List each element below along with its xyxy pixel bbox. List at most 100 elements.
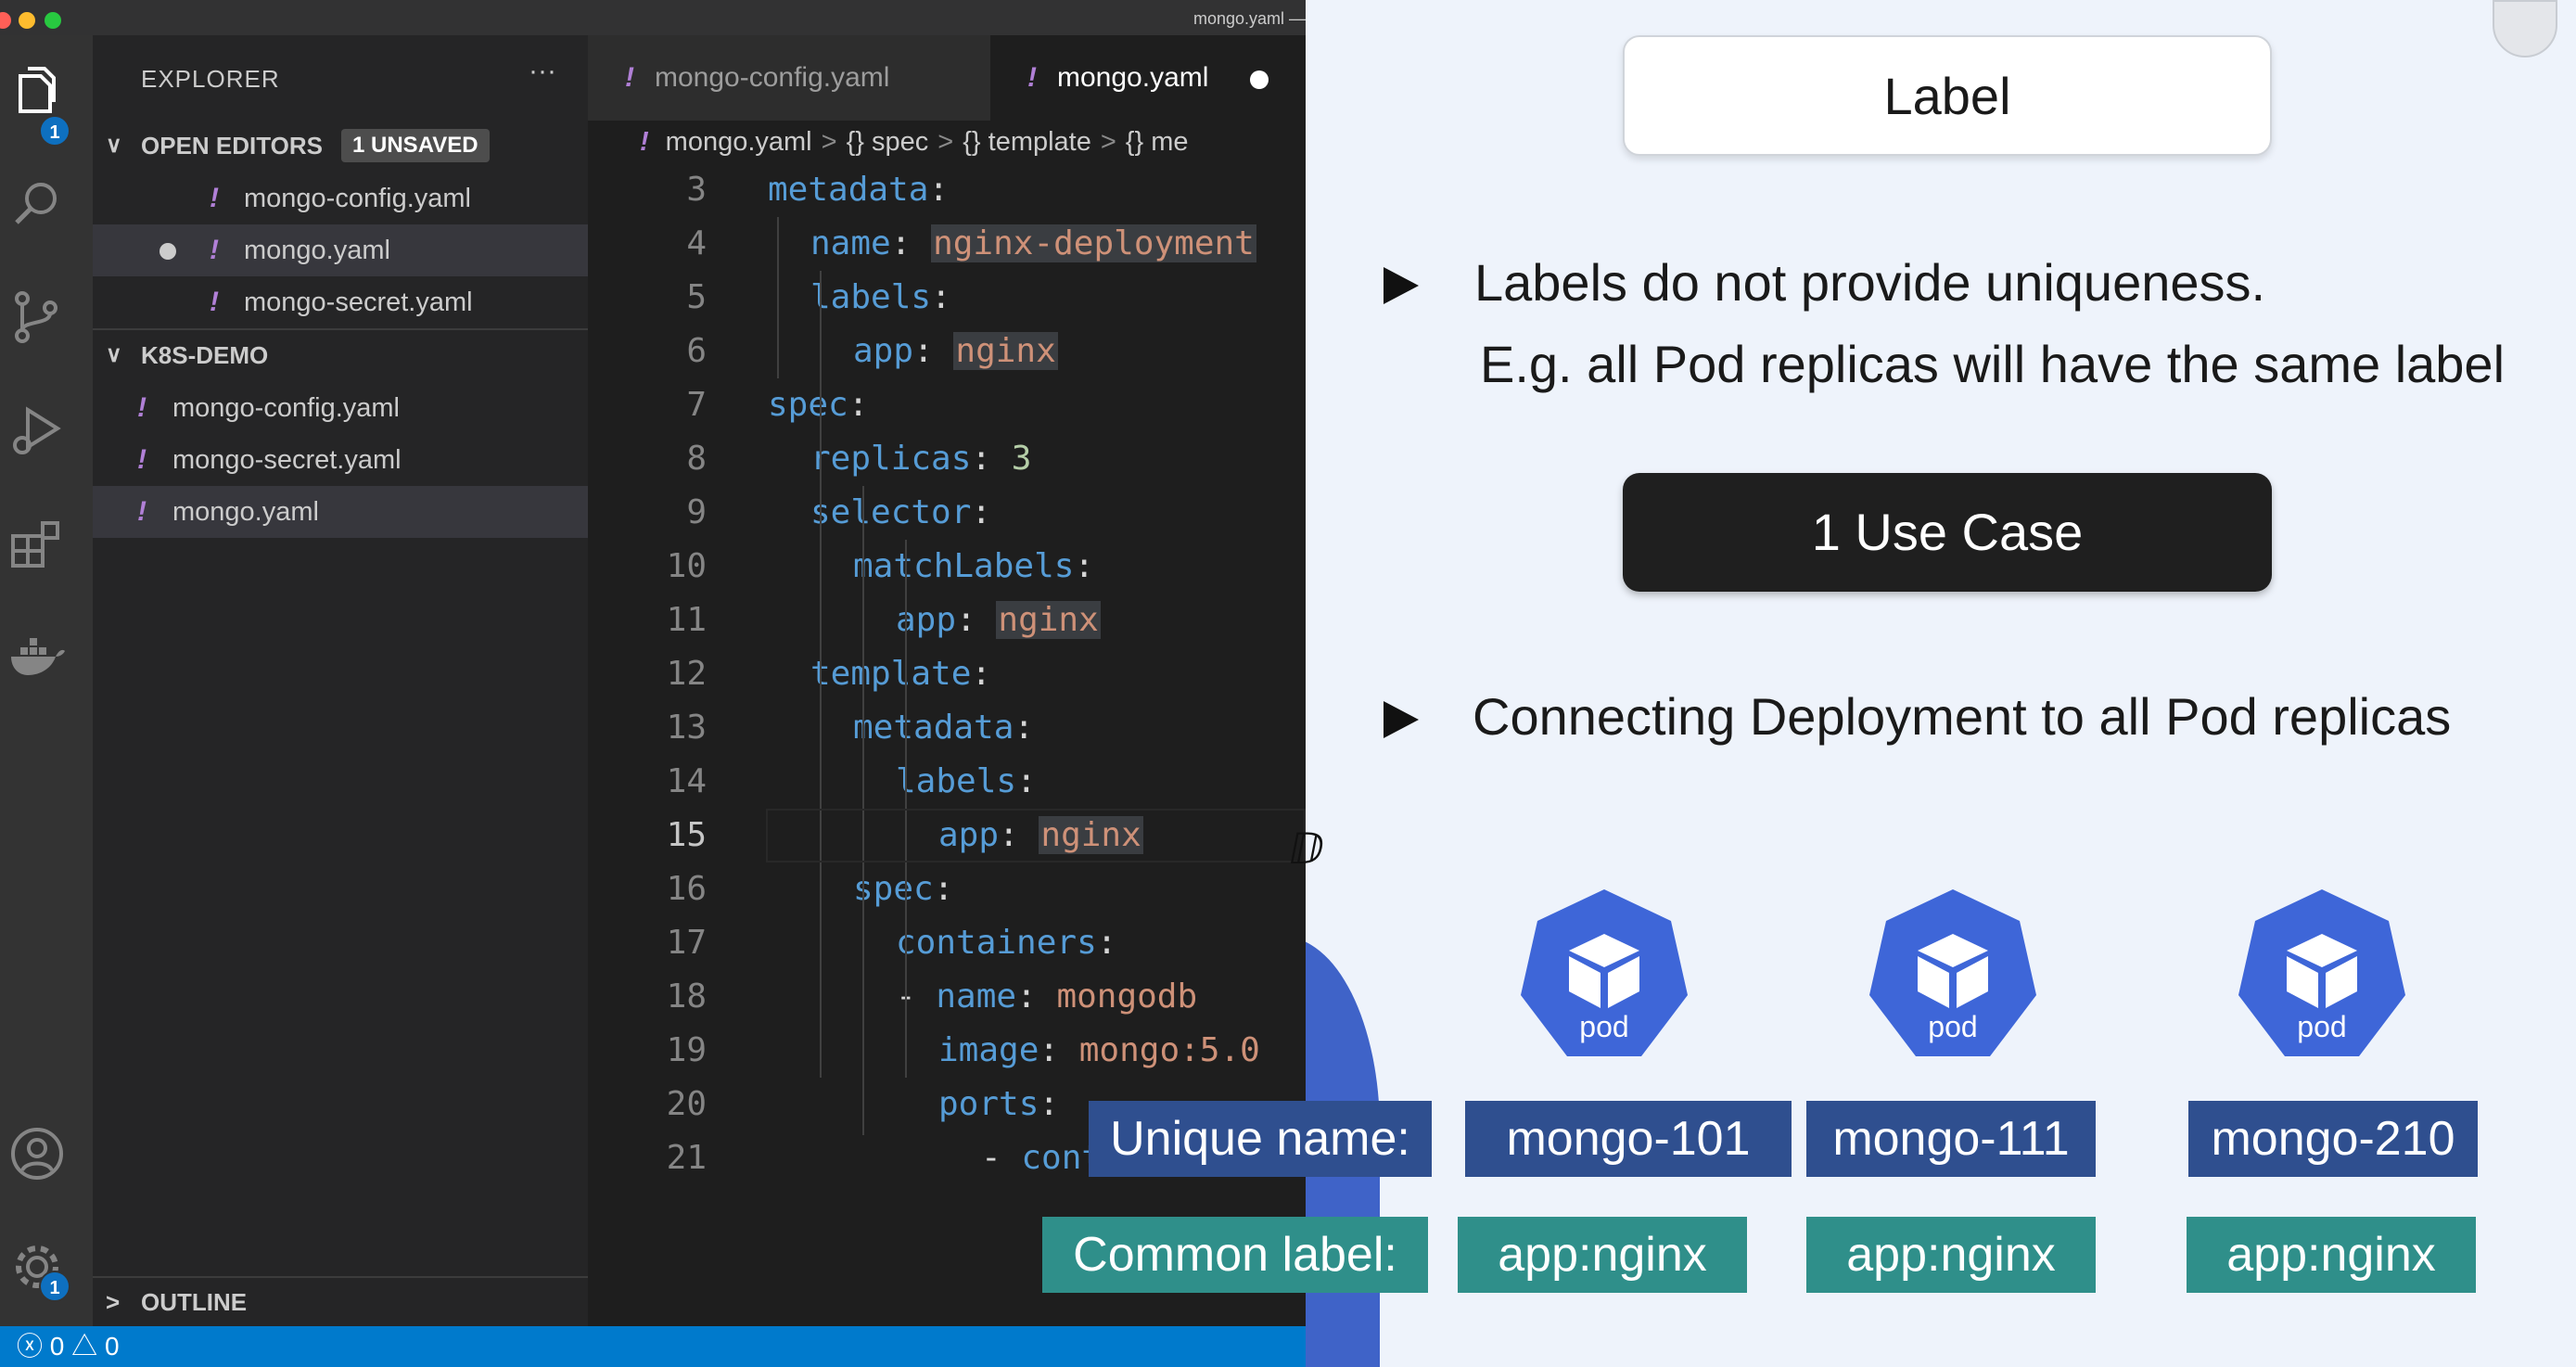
unsaved-dot-icon[interactable] bbox=[159, 243, 176, 260]
account-icon[interactable] bbox=[7, 1124, 67, 1183]
code-text: spec: bbox=[853, 870, 954, 908]
tab-bar: ! mongo-config.yaml ! mongo.yaml bbox=[588, 35, 1306, 121]
warning-count[interactable]: 0 bbox=[105, 1332, 120, 1361]
maximize-window-button[interactable] bbox=[45, 12, 61, 29]
extensions-icon[interactable] bbox=[7, 514, 67, 573]
yaml-key: matchLabels bbox=[853, 547, 1075, 585]
open-editors-label: OPEN EDITORS bbox=[141, 132, 324, 160]
code-line[interactable]: 18 - name: mongodb bbox=[588, 970, 1306, 1024]
line-number: 6 bbox=[686, 332, 707, 370]
yaml-value: nginx bbox=[953, 332, 1058, 370]
yaml-key: name bbox=[936, 977, 1017, 1016]
breadcrumb-item[interactable]: mongo.yaml bbox=[666, 127, 812, 157]
yaml-file-icon: ! bbox=[210, 183, 219, 213]
presentation-slide: Label Labels do not provide uniqueness. … bbox=[1306, 0, 2576, 1367]
file-name: mongo.yaml bbox=[172, 497, 319, 527]
unsaved-dot-icon[interactable] bbox=[1250, 70, 1269, 89]
close-window-button[interactable] bbox=[0, 12, 11, 29]
yaml-key: app bbox=[853, 332, 914, 370]
pod-label: pod bbox=[2297, 1010, 2347, 1043]
breadcrumb: ! mongo.yaml >{} spec >{} template >{} me bbox=[640, 127, 1189, 157]
source-control-icon[interactable] bbox=[7, 287, 67, 347]
file-tree-item-active[interactable]: ! mongo.yaml bbox=[93, 486, 588, 538]
code-text: - name: mongodb bbox=[896, 977, 1198, 1016]
line-number: 20 bbox=[666, 1085, 707, 1123]
yaml-key: name bbox=[810, 224, 891, 262]
warning-icon[interactable]: △ bbox=[71, 1332, 97, 1361]
yaml-value: nginx-deployment bbox=[931, 224, 1256, 262]
run-debug-icon[interactable] bbox=[7, 401, 67, 460]
open-editor-item[interactable]: ! mongo-secret.yaml bbox=[93, 276, 588, 328]
status-bar: ⓧ 0 △ 0 bbox=[0, 1326, 1306, 1367]
pod-name-box: mongo-210 bbox=[2188, 1101, 2478, 1177]
code-line[interactable]: 6 app: nginx bbox=[588, 325, 1306, 378]
line-number: 8 bbox=[686, 440, 707, 478]
open-editor-item-active[interactable]: ! mongo.yaml bbox=[93, 224, 588, 276]
file-name: mongo-secret.yaml bbox=[172, 445, 402, 475]
title-bar: mongo.yaml — bbox=[0, 0, 1306, 35]
pod-icon: pod bbox=[1519, 886, 1690, 1062]
code-line[interactable]: 7 spec: bbox=[588, 378, 1306, 432]
pod-name-box: mongo-101 bbox=[1465, 1101, 1792, 1177]
breadcrumb-item[interactable]: {} me bbox=[1126, 127, 1189, 157]
code-line[interactable]: 12 template: bbox=[588, 647, 1306, 701]
code-line[interactable]: 17 containers: bbox=[588, 916, 1306, 970]
code-text: image: mongo:5.0 bbox=[938, 1031, 1260, 1069]
pod-label-box: app:nginx bbox=[1458, 1217, 1747, 1293]
activity-bar: 1 1 bbox=[0, 35, 93, 1326]
pod-label-box: app:nginx bbox=[2187, 1217, 2476, 1293]
window-title: mongo.yaml — bbox=[1192, 9, 1306, 28]
code-text: labels: bbox=[810, 278, 951, 316]
minimize-window-button[interactable] bbox=[19, 12, 35, 29]
code-line[interactable]: 19 image: mongo:5.0 bbox=[588, 1024, 1306, 1078]
pod-icon: pod bbox=[2237, 886, 2407, 1062]
yaml-key: selector bbox=[810, 493, 972, 531]
tab-mongo[interactable]: ! mongo.yaml bbox=[990, 35, 1306, 121]
code-line[interactable]: 5 labels: bbox=[588, 271, 1306, 325]
code-text: app: nginx bbox=[853, 332, 1058, 370]
yaml-key: metadata bbox=[768, 171, 929, 209]
yaml-key: image bbox=[938, 1031, 1039, 1069]
files-icon[interactable] bbox=[7, 63, 67, 122]
search-icon[interactable] bbox=[7, 174, 67, 234]
file-tree-item[interactable]: ! mongo-secret.yaml bbox=[93, 434, 588, 486]
line-number: 4 bbox=[686, 224, 707, 262]
current-line-highlight bbox=[766, 809, 1306, 862]
file-name: mongo-config.yaml bbox=[244, 184, 471, 213]
code-line[interactable]: 9 selector: bbox=[588, 486, 1306, 540]
code-line[interactable]: 8 replicas: 3 bbox=[588, 432, 1306, 486]
code-text: ports: bbox=[938, 1085, 1060, 1123]
use-case-banner: 1 Use Case bbox=[1623, 473, 2272, 592]
help-icon[interactable] bbox=[2493, 0, 2557, 57]
pod-label: pod bbox=[1579, 1010, 1629, 1043]
more-actions-button[interactable]: ··· bbox=[529, 56, 556, 87]
line-number: 10 bbox=[666, 547, 707, 585]
pod-label-box: app:nginx bbox=[1806, 1217, 2096, 1293]
code-line[interactable]: 10 matchLabels: bbox=[588, 540, 1306, 594]
error-count[interactable]: 0 bbox=[50, 1332, 65, 1361]
breadcrumb-item[interactable]: {} spec bbox=[847, 127, 929, 157]
error-icon[interactable]: ⓧ bbox=[17, 1332, 43, 1361]
yaml-key: template bbox=[810, 655, 972, 693]
open-editor-item[interactable]: ! mongo-config.yaml bbox=[93, 172, 588, 224]
breadcrumb-item[interactable]: {} template bbox=[963, 127, 1091, 157]
code-line[interactable]: 14 labels: bbox=[588, 755, 1306, 809]
outline-label: OUTLINE bbox=[141, 1288, 248, 1316]
docker-icon[interactable] bbox=[7, 627, 67, 686]
line-number: 18 bbox=[666, 977, 707, 1016]
code-line[interactable]: 3 metadata: bbox=[588, 163, 1306, 217]
project-section[interactable]: ∨ K8S-DEMO bbox=[93, 332, 588, 378]
line-number: 12 bbox=[666, 655, 707, 693]
file-tree-item[interactable]: ! mongo-config.yaml bbox=[93, 382, 588, 434]
line-number: 19 bbox=[666, 1031, 707, 1069]
tab-mongo-config[interactable]: ! mongo-config.yaml bbox=[588, 35, 990, 121]
code-line[interactable]: 13 metadata: bbox=[588, 701, 1306, 755]
code-line[interactable]: 11 app: nginx bbox=[588, 594, 1306, 647]
code-line[interactable]: 4 name: nginx-deployment bbox=[588, 217, 1306, 271]
chevron-down-icon: ∨ bbox=[106, 342, 122, 367]
indent-guide bbox=[777, 217, 779, 378]
outline-section[interactable]: > OUTLINE bbox=[93, 1276, 588, 1326]
open-editors-section[interactable]: ∨ OPEN EDITORS 1 UNSAVED bbox=[93, 122, 588, 169]
tab-label: mongo.yaml bbox=[1057, 62, 1209, 93]
code-line[interactable]: 16 spec: bbox=[588, 862, 1306, 916]
